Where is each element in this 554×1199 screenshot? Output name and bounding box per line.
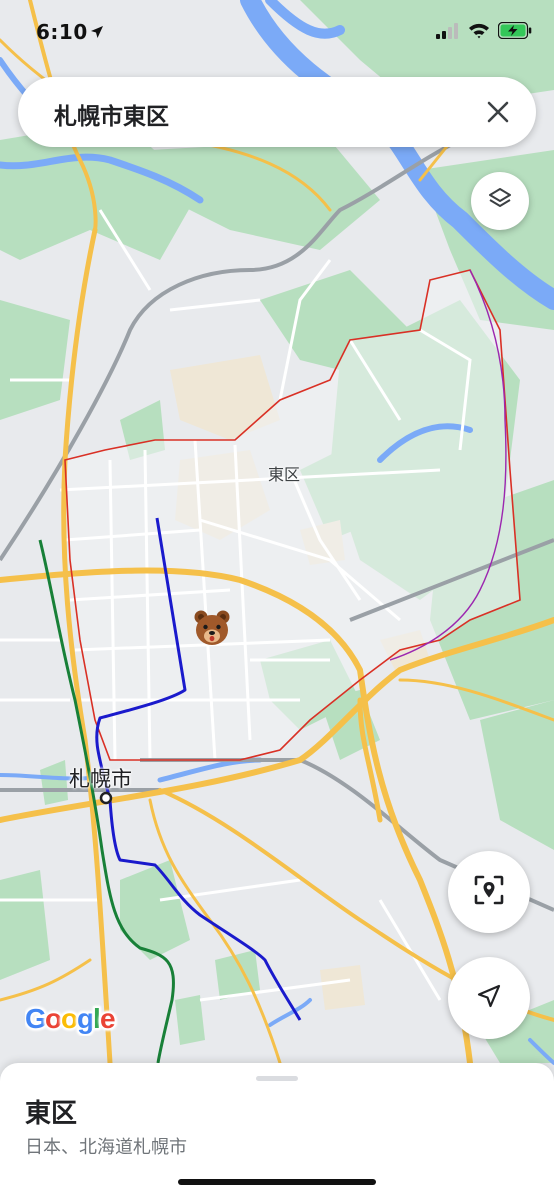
station-marker[interactable] [99,791,113,805]
place-sheet[interactable]: 東区 日本、北海道札幌市 [0,1063,554,1199]
wifi-icon [468,23,490,43]
district-label: 東区 [268,465,301,484]
home-indicator[interactable] [178,1179,376,1185]
bear-icon[interactable] [192,608,232,648]
status-time: 6:10 [36,20,88,44]
svg-text:g: g [77,1003,94,1034]
sheet-drag-handle[interactable] [256,1076,298,1081]
search-bar[interactable]: 札幌市東区 [18,77,536,147]
layers-button[interactable] [471,172,529,230]
place-title: 東区 [25,1099,78,1129]
svg-text:o: o [45,1003,62,1034]
status-bar: 6:10 [0,0,554,62]
location-arrow-icon [90,24,104,43]
svg-text:o: o [61,1003,78,1034]
battery-charging-icon [497,21,532,43]
pin-scan-button[interactable] [448,851,530,933]
navigation-arrow-icon [476,983,502,1013]
search-query[interactable]: 札幌市東区 [54,97,169,131]
google-logo: G o o g l e [24,1002,121,1043]
place-subtitle: 日本、北海道札幌市 [25,1137,187,1158]
layers-icon [487,186,513,216]
navigate-button[interactable] [448,957,530,1039]
pin-scan-icon [473,874,505,910]
svg-text:e: e [100,1003,116,1034]
close-icon[interactable] [478,92,518,132]
svg-text:G: G [25,1003,47,1034]
city-label: 札幌市 [69,767,132,791]
signal-icon [436,22,460,43]
